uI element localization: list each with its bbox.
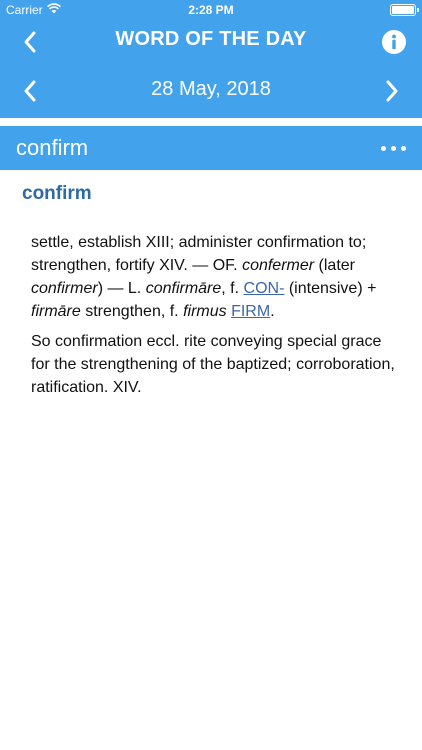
entry-text: . [270, 303, 275, 320]
info-button[interactable] [380, 28, 408, 56]
usage-paragraph: So confirmation eccl. rite conveying spe… [31, 333, 395, 396]
cross-reference-link-con[interactable]: CON- [244, 280, 285, 297]
entry-definition: settle, establish XIII; administer confi… [31, 231, 403, 406]
entry-italic-term: firmāre [31, 303, 81, 320]
entry-headword: confirm [22, 183, 92, 204]
next-day-button[interactable] [376, 75, 408, 107]
more-icon [380, 145, 406, 151]
entry-text: ) — L. [97, 280, 146, 297]
entry-text: , f. [221, 280, 244, 297]
back-button[interactable] [14, 26, 46, 58]
cross-reference-link-firm[interactable]: FIRM [231, 303, 270, 320]
entry-italic-term: confirmāre [145, 280, 222, 297]
status-bar: Carrier 2:28 PM [0, 0, 422, 20]
current-date: 28 May, 2018 [151, 78, 271, 100]
word-header: confirm [0, 126, 422, 170]
info-icon [382, 30, 406, 54]
status-time: 2:28 PM [188, 3, 234, 17]
entry-text: (intensive) + [284, 280, 377, 297]
etymology-paragraph: settle, establish XIII; administer confi… [31, 231, 403, 323]
date-navigation-bar: 28 May, 2018 [0, 64, 422, 118]
entry-text: (later [314, 257, 355, 274]
entry-italic-term: firmus [183, 303, 227, 320]
more-options-button[interactable] [376, 134, 410, 162]
entry-text: strengthen, f. [80, 303, 184, 320]
chevron-left-icon [24, 31, 36, 53]
chevron-right-icon [386, 80, 398, 102]
entry-italic-term: confirmer [31, 280, 98, 297]
chevron-left-icon [24, 80, 36, 102]
navigation-bar: WORD OF THE DAY [0, 20, 422, 64]
word-title: confirm [16, 135, 89, 160]
previous-day-button[interactable] [14, 75, 46, 107]
entry-content: confirm settle, establish XIII; administ… [0, 170, 422, 750]
entry-italic-term: confermer [242, 257, 315, 274]
page-title: WORD OF THE DAY [115, 28, 307, 50]
battery-icon [390, 4, 419, 16]
